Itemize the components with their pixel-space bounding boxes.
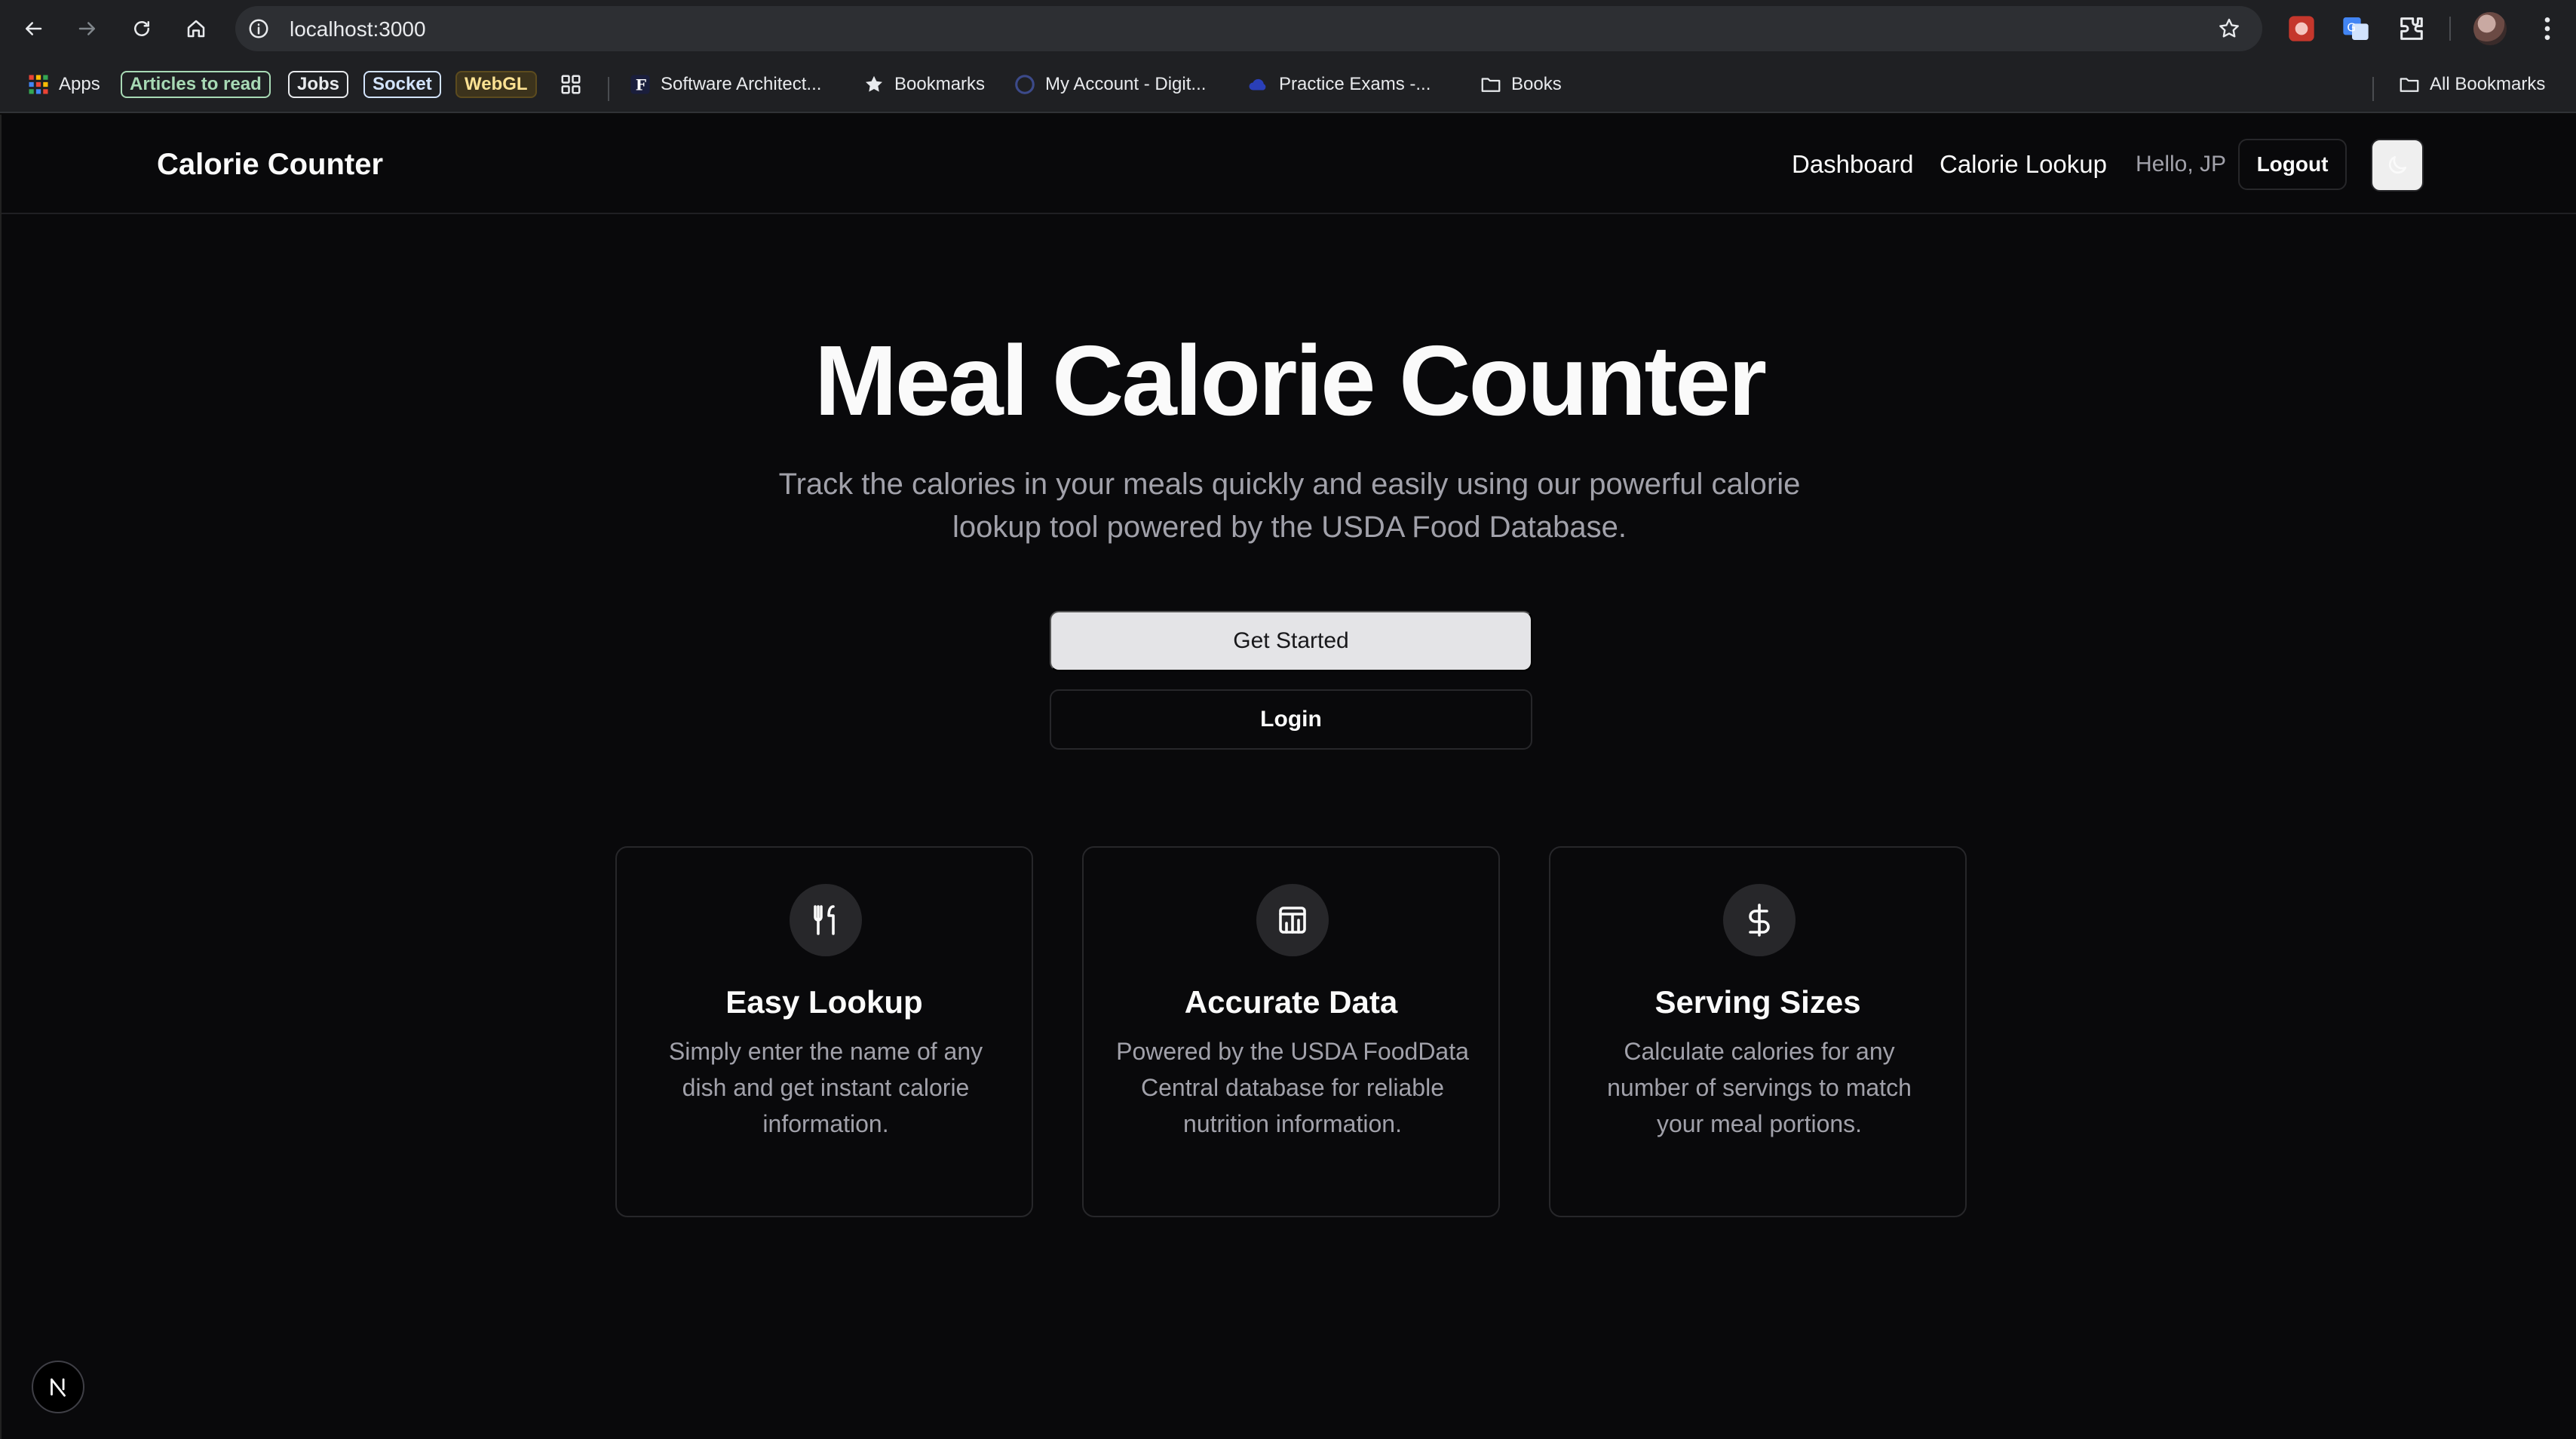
folder-icon (2400, 78, 2419, 92)
bookmark-label: Books (1511, 74, 1562, 94)
bookmark-folder-bookmarks[interactable]: Bookmarks (863, 69, 985, 100)
feature-description: Simply enter the name of any dish and ge… (668, 1038, 983, 1137)
logout-button[interactable]: Logout (2238, 139, 2347, 190)
forward-button[interactable] (69, 11, 106, 47)
more-menu-icon[interactable] (2532, 11, 2562, 47)
feature-title: Accurate Data (1184, 984, 1398, 1020)
bookmark-group-jobs[interactable]: Jobs (288, 69, 349, 100)
circle-favicon-icon (1015, 75, 1035, 94)
browser-toolbar: localhost:3000 G (0, 0, 2576, 57)
address-bar[interactable]: localhost:3000 (235, 6, 2262, 51)
feature-card-serving-sizes: Serving Sizes Calculate calories for any… (1549, 846, 1967, 1217)
profile-avatar[interactable] (2473, 12, 2507, 45)
bookmarks-divider (608, 77, 609, 101)
bookmark-practice-exams[interactable]: Practice Exams -... (1247, 69, 1431, 100)
bookmark-group-label: Articles to read (121, 71, 271, 98)
back-button[interactable] (15, 11, 51, 47)
nextjs-dev-indicator[interactable] (32, 1361, 84, 1413)
bookmark-group-label: Jobs (288, 71, 349, 98)
f-favicon-icon: F (630, 75, 650, 94)
extensions-puzzle-icon[interactable] (2397, 14, 2427, 44)
site-info-icon[interactable] (247, 17, 270, 40)
theme-toggle-button[interactable] (2371, 139, 2424, 192)
user-greeting: Hello, JP (2136, 152, 2227, 176)
apps-grid-icon (29, 75, 48, 94)
hero-subtitle: Track the calories in your meals quickly… (778, 468, 1801, 544)
bookmark-group-articles[interactable]: Articles to read (121, 69, 271, 100)
extension-red-icon[interactable] (2286, 14, 2317, 44)
bookmark-star-icon[interactable] (2217, 17, 2241, 41)
translate-extension-icon[interactable]: G (2341, 14, 2371, 44)
bookmark-label: My Account - Digit... (1045, 74, 1207, 94)
moon-icon (2388, 156, 2406, 174)
tab-groups-icon (561, 75, 581, 94)
nextjs-logo-icon (51, 1378, 66, 1397)
url-text[interactable]: localhost:3000 (290, 18, 426, 41)
brand-logo[interactable]: Calorie Counter (157, 145, 383, 184)
home-button[interactable] (178, 11, 214, 47)
bookmarks-divider (2372, 77, 2374, 101)
toolbar-divider (2449, 17, 2451, 41)
feature-card-accurate-data: Accurate Data Powered by the USDA FoodDa… (1082, 846, 1500, 1217)
arrow-right-icon (78, 22, 95, 35)
feature-icon-wrapper (1256, 884, 1329, 956)
nav-dashboard[interactable]: Dashboard (1792, 148, 1913, 181)
get-started-button[interactable]: Get Started (1050, 611, 1532, 671)
nav-calorie-lookup[interactable]: Calorie Lookup (1940, 148, 2107, 181)
bookmark-software-architect[interactable]: F Software Architect... (629, 69, 821, 100)
feature-title: Serving Sizes (1654, 984, 1861, 1020)
bookmark-group-label: WebGL (455, 71, 537, 98)
feature-description: Calculate calories for any number of ser… (1607, 1038, 1912, 1137)
utensils-icon (814, 905, 835, 935)
cloud-favicon-icon (1249, 78, 1266, 91)
tab-groups-button[interactable] (560, 69, 591, 100)
bookmark-label: Practice Exams -... (1279, 74, 1431, 94)
bookmark-label: Apps (59, 74, 100, 94)
feature-title: Easy Lookup (725, 984, 923, 1020)
svg-text:F: F (636, 76, 646, 94)
folder-icon (1481, 78, 1501, 92)
bookmark-group-socket[interactable]: Socket (363, 69, 441, 100)
login-button[interactable]: Login (1050, 689, 1532, 750)
svg-text:G: G (2347, 20, 2356, 34)
feature-icon-wrapper (1723, 884, 1796, 956)
bookmarks-bar: Apps Articles to read Jobs Socket WebGL … (0, 57, 2576, 113)
dollar-icon (1749, 904, 1770, 937)
feature-description: Powered by the USDA FoodData Central dat… (1116, 1038, 1469, 1137)
app-header: Calorie Counter Dashboard Calorie Lookup… (2, 115, 2576, 214)
feature-card-easy-lookup: Easy Lookup Simply enter the name of any… (615, 846, 1033, 1217)
bookmark-label: All Bookmarks (2430, 74, 2546, 94)
feature-icon-wrapper (790, 884, 862, 956)
all-bookmarks-folder[interactable]: All Bookmarks (2398, 69, 2545, 100)
database-icon (1279, 907, 1306, 934)
hero-title: Meal Calorie Counter (814, 325, 1767, 436)
home-icon (187, 20, 205, 38)
bookmark-label: Bookmarks (894, 74, 986, 94)
bookmark-my-account[interactable]: My Account - Digit... (1014, 69, 1206, 100)
reload-icon (134, 21, 149, 36)
bookmark-folder-books[interactable]: Books (1480, 69, 1562, 100)
star-icon (866, 75, 882, 92)
bookmark-group-webgl[interactable]: WebGL (455, 69, 537, 100)
bookmark-group-label: Socket (363, 71, 441, 98)
reload-button[interactable] (124, 11, 160, 47)
app-page: Calorie Counter Dashboard Calorie Lookup… (0, 115, 2576, 1439)
arrow-left-icon (26, 22, 42, 35)
bookmark-label: Software Architect... (661, 74, 822, 94)
bookmark-apps[interactable]: Apps (27, 69, 100, 100)
